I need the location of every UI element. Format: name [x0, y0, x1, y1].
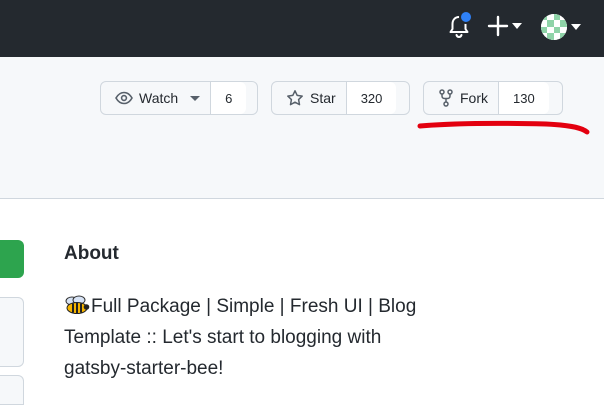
star-label: Star: [310, 90, 336, 106]
star-main[interactable]: Star: [272, 82, 346, 114]
user-menu-button[interactable]: [541, 12, 587, 42]
star-button[interactable]: Star 320: [271, 81, 410, 115]
watch-label: Watch: [139, 90, 179, 106]
eye-icon: [115, 91, 133, 105]
code-button[interactable]: [0, 240, 24, 278]
watch-button[interactable]: Watch 6: [100, 81, 258, 115]
create-new-button[interactable]: [487, 12, 527, 40]
watch-main[interactable]: Watch: [101, 82, 210, 114]
fork-button[interactable]: Fork 130: [423, 81, 563, 115]
fork-count[interactable]: 130: [498, 82, 549, 114]
notification-indicator: [459, 10, 473, 24]
bee-icon: [64, 294, 90, 314]
star-count[interactable]: 320: [345, 82, 397, 114]
watch-count[interactable]: 6: [210, 82, 247, 114]
star-icon: [287, 90, 303, 106]
chevron-down-icon: [190, 95, 201, 101]
plus-icon: [487, 15, 509, 37]
fork-icon: [439, 89, 453, 107]
fork-main[interactable]: Fork: [424, 82, 498, 114]
chevron-down-icon: [571, 24, 581, 30]
about-description: Full Package | Simple | Fresh UI | Blog …: [64, 291, 424, 384]
red-underline-annotation: [417, 120, 590, 135]
fork-label: Fork: [460, 90, 488, 106]
about-description-text: Full Package | Simple | Fresh UI | Blog …: [64, 296, 417, 379]
side-panel-lower: [0, 375, 24, 405]
side-panel: [0, 297, 24, 367]
chevron-down-icon: [512, 23, 522, 29]
avatar: [541, 14, 567, 40]
about-heading: About: [64, 243, 119, 264]
